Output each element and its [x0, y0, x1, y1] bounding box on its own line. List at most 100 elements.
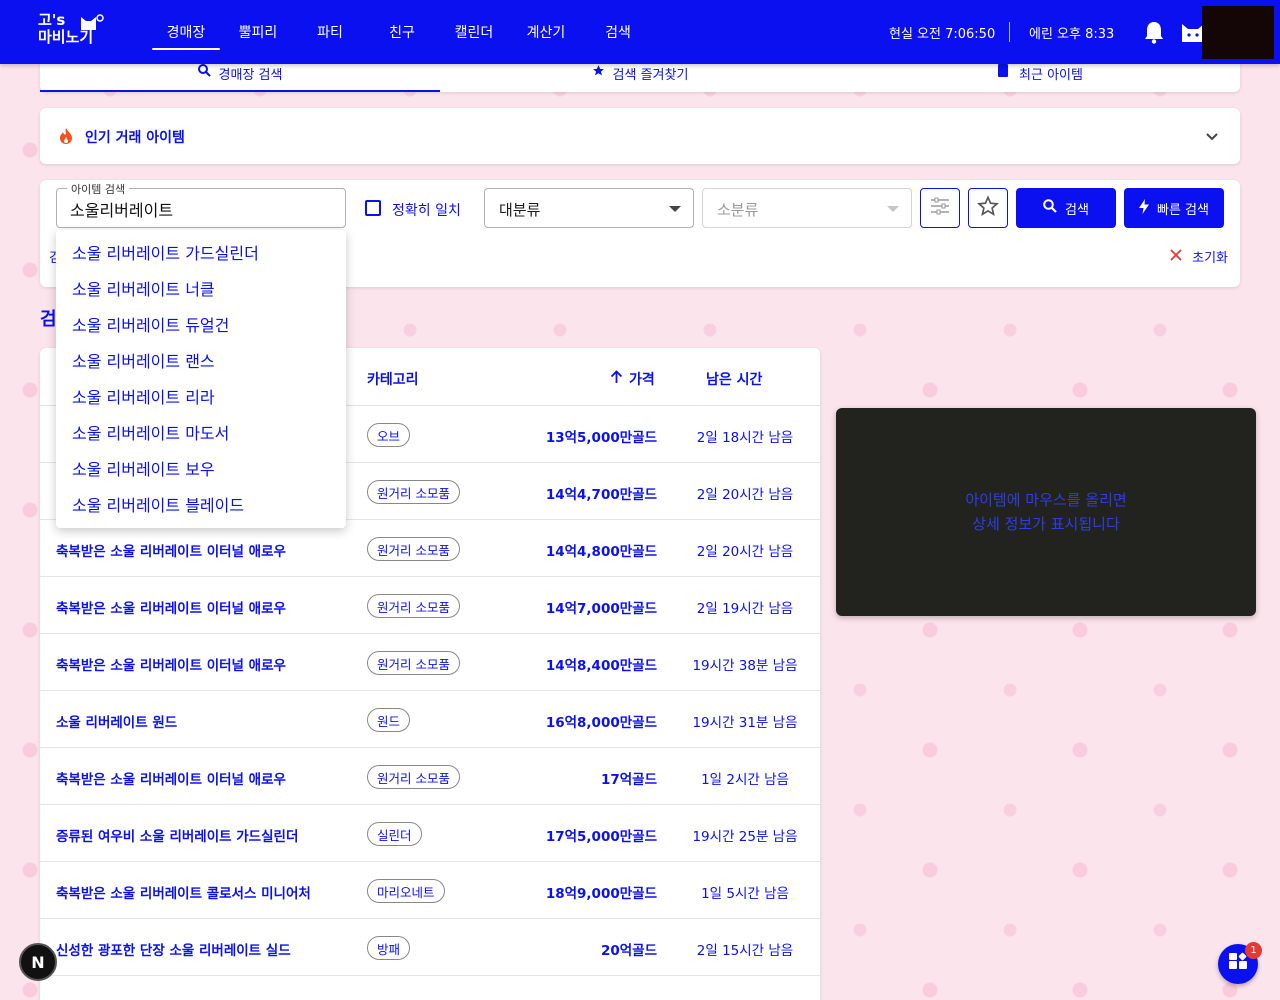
- search-button[interactable]: 검색: [1016, 188, 1116, 228]
- favorite-search-button[interactable]: [968, 188, 1008, 228]
- popular-items-accordion[interactable]: 인기 거래 아이템: [40, 108, 1240, 164]
- exact-match-checkbox[interactable]: [365, 200, 381, 216]
- item-price: 20억골드: [600, 943, 657, 959]
- nav-friends[interactable]: 친구: [366, 0, 438, 64]
- search-button-label: 검색: [1065, 202, 1089, 218]
- star-icon: [592, 64, 605, 81]
- reset-button[interactable]: 초기화: [1170, 247, 1228, 266]
- item-name[interactable]: 소울 리버레이트 원드: [56, 711, 177, 731]
- table-row[interactable]: 축복받은 소울 리버레이트 이터널 애로우 원거리 소모품 14억4,800만골드 2…: [40, 520, 820, 577]
- arrow-up-icon: [610, 370, 623, 388]
- nav-auction[interactable]: 경매장: [150, 0, 222, 64]
- item-name[interactable]: 축복받은 소울 리버레이트 이터널 애로우: [56, 654, 286, 674]
- item-name[interactable]: 축복받은 소울 리버레이트 콜로서스 미니어처: [56, 882, 311, 902]
- tab-label: 경매장 검색: [218, 68, 283, 83]
- item-price: 17억5,000만골드: [545, 829, 657, 845]
- category-chip: 오브: [367, 423, 411, 447]
- lightning-icon: [1139, 198, 1149, 218]
- table-row[interactable]: 축복받은 소울 리버레이트 콜로서스 미니어처 마리오네트 18억9,000만골드 1…: [40, 862, 820, 919]
- item-price: 13억5,000만골드: [545, 430, 657, 446]
- table-row[interactable]: 축복받은 소울 리버레이트 이터널 애로우 원거리 소모품 17억골드 1일 2시간 …: [40, 748, 820, 805]
- autocomplete-option[interactable]: 소울 리버레이트 랜스: [56, 344, 346, 380]
- bookmark-icon: [997, 64, 1009, 81]
- time-remaining: 19시간 38분 남음: [692, 658, 798, 674]
- exact-match-label[interactable]: 정확히 일치: [392, 200, 461, 220]
- table-row[interactable]: 축복받은 소울 리버레이트 이터널 애로우 원거리 소모품 14억7,000만골드 2…: [40, 577, 820, 634]
- column-header-category[interactable]: 카테고리: [367, 369, 419, 389]
- category-chip: 원거리 소모품: [367, 765, 460, 789]
- n-floating-button[interactable]: N: [19, 943, 57, 981]
- nav-search[interactable]: 검색: [582, 0, 654, 64]
- item-price: 14억8,400만골드: [545, 658, 657, 674]
- autocomplete-option[interactable]: 소울 리버레이트 가드실린더: [56, 236, 346, 272]
- tab-label: 검색 즐겨찾기: [612, 68, 689, 83]
- tab-auction-search[interactable]: 경매장 검색: [40, 64, 440, 92]
- star-outline-icon: [977, 195, 999, 221]
- table-row[interactable]: 증류된 여우비 소울 리버레이트 가드실린더 실린더 17억5,000만골드 19시간…: [40, 805, 820, 862]
- category-chip: 원거리 소모품: [367, 594, 460, 618]
- price-header-label: 가격: [629, 372, 655, 388]
- tab-search-favorites[interactable]: 검색 즐겨찾기: [440, 64, 840, 92]
- clock-divider: [1009, 22, 1010, 42]
- category-chip: 실린더: [367, 822, 422, 846]
- nav-party[interactable]: 파티: [294, 0, 366, 64]
- item-search-label: 아이템 검색: [67, 181, 130, 197]
- table-row[interactable]: 축복받은 소울 리버레이트 이터널 애로우 원거리 소모품 14억8,400만골드 1…: [40, 634, 820, 691]
- time-remaining: 2일 18시간 남음: [696, 430, 794, 446]
- item-name[interactable]: 축복받은 소울 리버레이트 이터널 애로우: [56, 768, 286, 788]
- top-navigation-bar: 고's 마비노기 경매장 뿔피리 파티 친구 캘린더 계산기 검색 현실 오전 …: [0, 0, 1280, 64]
- tab-recent-items[interactable]: 최근 아이템: [840, 64, 1240, 92]
- time-remaining: 2일 20시간 남음: [696, 544, 794, 560]
- redacted-overlay: [1202, 6, 1274, 59]
- chevron-down-icon[interactable]: [1204, 128, 1220, 144]
- time-remaining: 2일 20시간 남음: [696, 487, 794, 503]
- minor-category-placeholder: 소분류: [717, 201, 759, 219]
- item-name[interactable]: 축복받은 소울 리버레이트 이터널 애로우: [56, 597, 286, 617]
- nav-horn[interactable]: 뿔피리: [222, 0, 294, 64]
- tab-label: 최근 아이템: [1019, 68, 1083, 83]
- sliders-icon: [930, 197, 950, 219]
- results-heading: 검: [40, 309, 57, 330]
- quick-search-button[interactable]: 빠른 검색: [1124, 188, 1224, 228]
- item-name[interactable]: 신성한 광포한 단장 소울 리버레이트 실드: [56, 939, 291, 959]
- autocomplete-option[interactable]: 소울 리버레이트 너클: [56, 272, 346, 308]
- search-icon: [1043, 199, 1057, 217]
- cat-icon: [78, 12, 104, 35]
- real-time-clock: 현실 오전 7:06:50: [889, 26, 996, 42]
- category-chip: 원거리 소모품: [367, 480, 460, 504]
- item-search-input[interactable]: [70, 198, 330, 220]
- nav-calendar[interactable]: 캘린더: [438, 0, 510, 64]
- notification-bell-icon[interactable]: [1143, 20, 1165, 44]
- category-chip: 원거리 소모품: [367, 537, 460, 561]
- detail-hint-line-1: 아이템에 마우스를 올리면: [965, 491, 1127, 509]
- notification-count-badge: 1: [1245, 942, 1262, 959]
- filter-settings-button[interactable]: [920, 188, 960, 228]
- category-chip: 원드: [367, 708, 411, 732]
- item-name[interactable]: 증류된 여우비 소울 리버레이트 가드실린더: [56, 825, 298, 845]
- item-name[interactable]: 축복받은 소울 리버레이트 이터널 애로우: [56, 540, 286, 560]
- category-chip: 방패: [367, 936, 411, 960]
- major-category-select[interactable]: 대분류: [484, 188, 694, 228]
- detail-hint: 아이템에 마우스를 올리면 상세 정보가 표시됩니다: [965, 488, 1126, 536]
- autocomplete-option[interactable]: 소울 리버레이트 보우: [56, 452, 346, 488]
- nav-calculator[interactable]: 계산기: [510, 0, 582, 64]
- column-header-price[interactable]: 가격: [610, 369, 655, 389]
- item-search-field[interactable]: 아이템 검색: [56, 181, 346, 228]
- dropdown-arrow-icon: [669, 206, 681, 212]
- table-row[interactable]: 신성한 광포한 단장 소울 리버레이트 실드 방패 20억골드 2일 15시간 남음: [40, 919, 820, 976]
- detail-hint-line-2: 상세 정보가 표시됩니다: [972, 515, 1120, 533]
- autocomplete-option[interactable]: 소울 리버레이트 리라: [56, 380, 346, 416]
- reset-label: 초기화: [1192, 251, 1228, 266]
- item-price: 16억8,000만골드: [545, 715, 657, 731]
- autocomplete-option[interactable]: 소울 리버레이트 마도서: [56, 416, 346, 452]
- item-price: 17억골드: [600, 772, 657, 788]
- autocomplete-option[interactable]: 소울 리버레이트 블레이드: [56, 488, 346, 524]
- site-logo[interactable]: 고's 마비노기: [38, 12, 114, 52]
- autocomplete-option[interactable]: 소울 리버레이트 듀얼건: [56, 308, 346, 344]
- popular-items-title: 인기 거래 아이템: [85, 130, 185, 146]
- column-header-time[interactable]: 남은 시간: [706, 369, 762, 389]
- fire-icon: [58, 127, 74, 145]
- grid-apps-icon: [1228, 952, 1248, 976]
- table-row[interactable]: 소울 리버레이트 원드 원드 16억8,000만골드 19시간 31분 남음: [40, 691, 820, 748]
- minor-category-select[interactable]: 소분류: [702, 188, 912, 228]
